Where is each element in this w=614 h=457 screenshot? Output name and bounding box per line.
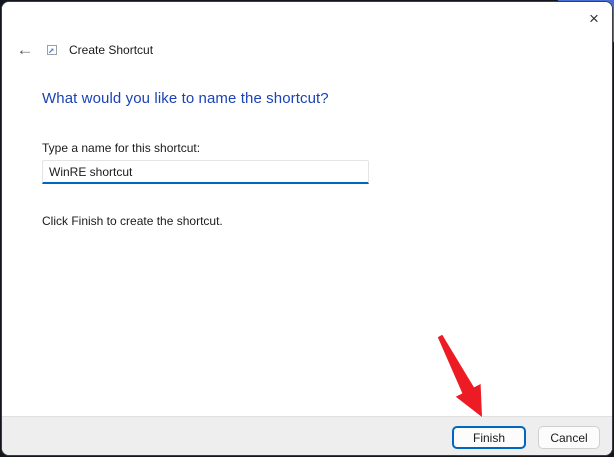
wizard-heading: What would you like to name the shortcut… <box>42 90 329 107</box>
shortcut-name-label: Type a name for this shortcut: <box>42 141 201 155</box>
finish-button[interactable]: Finish <box>452 426 526 449</box>
cancel-button[interactable]: Cancel <box>538 426 600 449</box>
shortcut-icon <box>47 45 57 55</box>
close-icon: × <box>589 9 599 28</box>
close-button[interactable]: × <box>582 8 606 30</box>
finish-instruction: Click Finish to create the shortcut. <box>42 214 223 228</box>
shortcut-name-input[interactable] <box>42 160 369 184</box>
create-shortcut-window: × ← Create Shortcut What would you like … <box>1 1 613 456</box>
back-button[interactable]: ← <box>14 40 36 60</box>
wizard-nav: ← Create Shortcut <box>14 40 154 60</box>
titlebar: × <box>2 2 612 38</box>
back-arrow-icon: ← <box>16 40 34 59</box>
window-title: Create Shortcut <box>69 43 154 57</box>
